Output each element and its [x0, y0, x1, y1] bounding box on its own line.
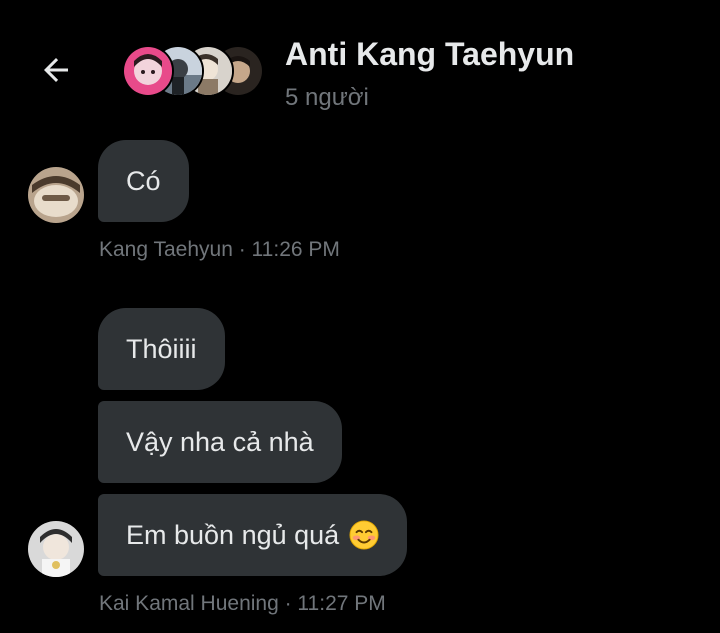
message-text: Thôiiii — [126, 333, 197, 364]
message-text: Vậy nha cả nhà — [126, 426, 314, 457]
conversation-title: Anti Kang Taehyun — [285, 36, 575, 72]
message-bubble[interactable]: Em buồn ngủ quá — [98, 494, 408, 576]
message-bubble[interactable]: Có — [98, 140, 189, 222]
member-count: 5 người — [285, 84, 369, 111]
avatar[interactable] — [28, 521, 84, 577]
avatar — [122, 45, 174, 97]
message-meta: Kang Taehyun · 11:26 PM — [99, 238, 340, 261]
message-bubble[interactable]: Vậy nha cả nhà — [98, 401, 342, 483]
message-meta: Kai Kamal Huening · 11:27 PM — [99, 592, 386, 615]
message-text: Có — [126, 165, 161, 196]
group-avatar-stack[interactable] — [122, 45, 264, 97]
message-bubble[interactable]: Thôiiii — [98, 308, 225, 390]
smiling-face-with-blush-icon — [349, 520, 379, 550]
avatar[interactable] — [28, 167, 84, 223]
arrow-left-icon — [44, 58, 68, 82]
back-button[interactable] — [36, 50, 76, 90]
message-text: Em buồn ngủ quá — [126, 519, 340, 550]
